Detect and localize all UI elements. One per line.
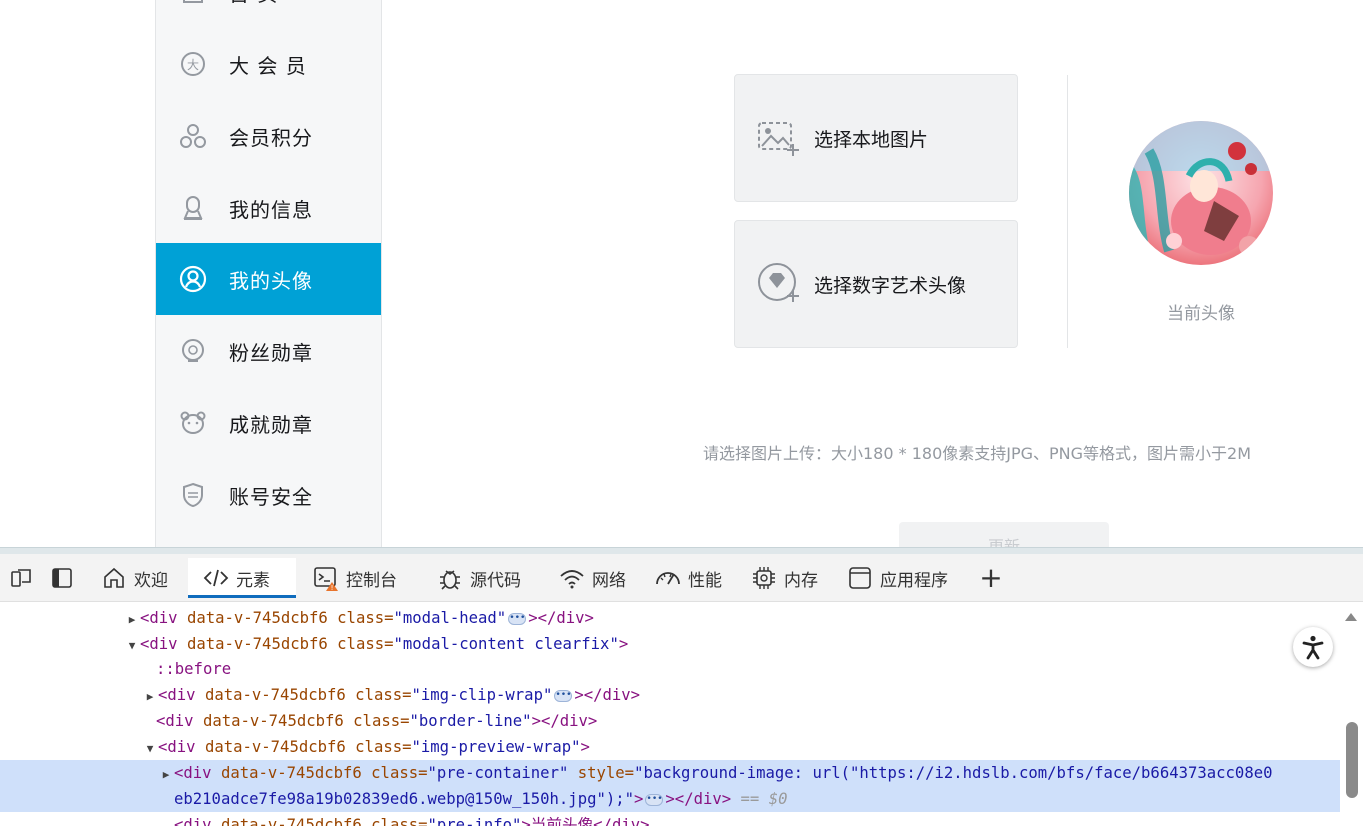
current-avatar-caption: 当前头像 xyxy=(1167,304,1235,324)
vip-icon: 大 xyxy=(178,49,208,79)
dom-node-border-line[interactable]: <div data-v-745dcbf6 class="border-line"… xyxy=(0,708,1340,734)
update-avatar-button[interactable]: 更新 xyxy=(899,522,1109,547)
tab-sources[interactable]: 源代码 xyxy=(436,558,536,598)
dom-node-img-preview-wrap[interactable]: ▼ <div data-v-745dcbf6 class="img-preview… xyxy=(0,734,1340,760)
ellipsis-badge[interactable]: ••• xyxy=(554,689,573,702)
sidebar-item-my-avatar[interactable]: 我的头像 xyxy=(156,243,381,315)
sidebar-item-my-info[interactable]: 我的信息 xyxy=(156,172,381,244)
tab-performance[interactable]: 性能 xyxy=(654,558,734,598)
sidebar-item-label: 我的头像 xyxy=(229,268,313,293)
border-line xyxy=(1067,75,1068,348)
current-avatar-image xyxy=(1129,121,1273,265)
home-icon xyxy=(100,564,128,592)
devtools-toolbar: 欢迎 元素 ! 控制台 源代码 网络 性能 内存 应用程序 + xyxy=(0,554,1363,602)
select-digital-art-avatar-button[interactable]: 选择数字艺术头像 xyxy=(734,220,1018,348)
wifi-icon xyxy=(558,564,586,592)
sidebar-item-label: 首 页 xyxy=(229,0,278,7)
scrollbar-thumb[interactable] xyxy=(1346,722,1358,798)
avatar-icon xyxy=(178,264,208,294)
points-icon xyxy=(178,121,208,151)
chip-icon xyxy=(750,564,778,592)
home-icon xyxy=(178,0,208,7)
dom-node-pre-info[interactable]: <div data-v-745dcbf6 class="pre-info">当前… xyxy=(0,812,1340,826)
sidebar-item-fan-medal[interactable]: 粉丝勋章 xyxy=(156,315,381,387)
select-digital-art-avatar-label: 选择数字艺术头像 xyxy=(814,274,967,297)
dom-node-modal-head[interactable]: ▶ <div data-v-745dcbf6 class="modal-head"… xyxy=(0,605,1340,631)
svg-text:大: 大 xyxy=(187,58,199,72)
devtools-resize-handle[interactable] xyxy=(0,547,1363,554)
tab-application[interactable]: 应用程序 xyxy=(846,558,958,598)
expand-arrow-icon[interactable]: ▶ xyxy=(158,762,174,788)
sidebar-item-label: 大 会 员 xyxy=(229,53,307,78)
select-local-image-button[interactable]: 选择本地图片 xyxy=(734,74,1018,202)
dom-node-modal-content[interactable]: ▼ <div data-v-745dcbf6 class="modal-conte… xyxy=(0,631,1340,657)
ellipsis-badge[interactable]: ••• xyxy=(508,612,527,625)
dom-node-pre-container-continued[interactable]: eb210adce7fe98a19b02839ed6.webp@150w_150… xyxy=(0,786,1340,812)
image-upload-icon xyxy=(755,114,803,162)
device-emulation-icon[interactable] xyxy=(6,563,36,593)
scroll-up-arrow-icon[interactable] xyxy=(1345,613,1357,621)
collapse-arrow-icon[interactable]: ▼ xyxy=(142,736,158,762)
sidebar-item-label: 成就勋章 xyxy=(229,412,313,437)
dock-side-icon[interactable] xyxy=(47,563,77,593)
achievement-icon xyxy=(178,408,208,438)
dom-node-pre-container-selected[interactable]: ▶ <div data-v-745dcbf6 class="pre-contain… xyxy=(0,760,1340,786)
sidebar-item-label: 我的信息 xyxy=(229,197,313,222)
tab-elements[interactable]: 元素 xyxy=(188,558,296,598)
shield-icon xyxy=(178,480,208,510)
expand-arrow-icon[interactable]: ▶ xyxy=(124,607,140,633)
tab-console[interactable]: ! 控制台 xyxy=(312,558,412,598)
gauge-icon xyxy=(654,564,682,592)
console-icon: ! xyxy=(312,564,340,592)
select-local-image-label: 选择本地图片 xyxy=(814,128,929,151)
svg-text:!: ! xyxy=(331,584,334,592)
add-tab-button[interactable]: + xyxy=(976,563,1006,593)
devtools-panel: 欢迎 元素 ! 控制台 源代码 网络 性能 内存 应用程序 + ▶ <div d… xyxy=(0,547,1363,826)
sidebar-item-account-security[interactable]: 账号安全 xyxy=(156,459,381,531)
tab-welcome[interactable]: 欢迎 xyxy=(100,558,184,598)
tab-memory[interactable]: 内存 xyxy=(750,558,830,598)
sidebar-item-home[interactable]: 首 页 xyxy=(156,0,381,28)
elements-dom-tree: ▶ <div data-v-745dcbf6 class="modal-head"… xyxy=(0,603,1340,826)
sidebar-item-label: 账号安全 xyxy=(229,484,313,509)
medal-icon xyxy=(178,336,208,366)
sidebar-item-label: 粉丝勋章 xyxy=(229,340,313,365)
dom-node-img-clip-wrap[interactable]: ▶ <div data-v-745dcbf6 class="img-clip-wr… xyxy=(0,682,1340,708)
sidebar: 首 页 大 大 会 员 会员积分 我的信息 我的头像 xyxy=(155,0,382,547)
accessibility-icon[interactable] xyxy=(1293,627,1333,667)
sidebar-item-achievement[interactable]: 成就勋章 xyxy=(156,387,381,459)
dom-pseudo-before[interactable]: ::before xyxy=(0,656,1340,682)
sidebar-item-label: 会员积分 xyxy=(229,125,313,150)
app-icon xyxy=(846,564,874,592)
bug-icon xyxy=(436,564,464,592)
upload-hint: 请选择图片上传：大小180 * 180像素支持JPG、PNG等格式，图片需小于2… xyxy=(703,444,1252,463)
account-page: 首 页 大 大 会 员 会员积分 我的信息 我的头像 xyxy=(0,0,1363,547)
sidebar-item-vip[interactable]: 大 大 会 员 xyxy=(156,28,381,100)
tab-network[interactable]: 网络 xyxy=(558,558,638,598)
expand-arrow-icon[interactable]: ▶ xyxy=(142,684,158,710)
diamond-icon xyxy=(755,260,803,308)
user-icon xyxy=(178,193,208,223)
ellipsis-badge[interactable]: ••• xyxy=(645,793,664,806)
code-icon xyxy=(202,564,230,592)
sidebar-item-points[interactable]: 会员积分 xyxy=(156,100,381,172)
